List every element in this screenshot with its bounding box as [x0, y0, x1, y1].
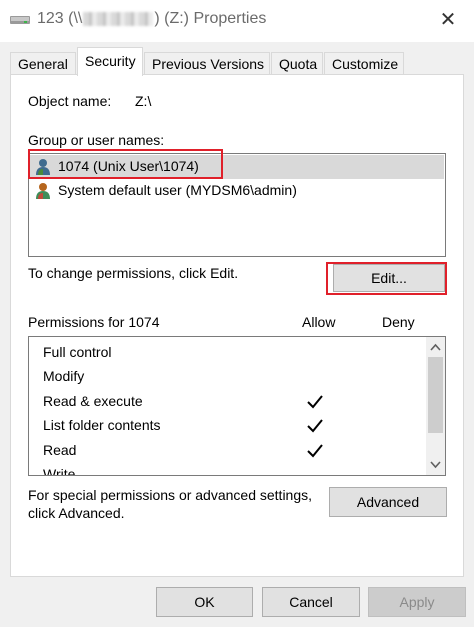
title-prefix: 123 (\\ — [37, 10, 83, 27]
permissions-scrollbar[interactable] — [426, 337, 445, 475]
permissions-for-label: Permissions for 1074 — [28, 314, 160, 330]
allow-header: Allow — [302, 314, 336, 330]
tab-quota[interactable]: Quota — [271, 52, 323, 75]
chevron-down-icon[interactable] — [429, 458, 442, 471]
user-icon — [36, 159, 50, 175]
change-permissions-text: To change permissions, click Edit. — [28, 265, 239, 281]
user-name: System default user (MYDSM6\admin) — [58, 182, 297, 198]
checkmark-icon — [307, 444, 323, 458]
perm-read: Read — [43, 442, 77, 458]
deny-header: Deny — [382, 314, 415, 330]
tab-security[interactable]: Security — [77, 47, 143, 76]
tab-strip: General Security Previous Versions Quota… — [10, 47, 464, 76]
user-row-system-default[interactable]: System default user (MYDSM6\admin) — [30, 179, 444, 203]
tab-customize[interactable]: Customize — [324, 52, 404, 75]
edit-button[interactable]: Edit... — [333, 264, 445, 292]
checkmark-icon — [307, 419, 323, 433]
user-name: 1074 (Unix User\1074) — [58, 158, 199, 174]
tab-previous-versions[interactable]: Previous Versions — [144, 52, 270, 75]
perm-read-execute: Read & execute — [43, 393, 143, 409]
permissions-list[interactable]: Full control Modify Read & execute List … — [28, 336, 446, 476]
window-title: 123 (\\ ) (Z:) Properties — [37, 10, 266, 28]
ok-button[interactable]: OK — [156, 587, 253, 617]
close-icon: ✕ — [439, 9, 457, 31]
drive-icon — [10, 16, 30, 24]
cancel-button[interactable]: Cancel — [262, 587, 360, 617]
chevron-up-icon[interactable] — [429, 341, 442, 354]
apply-button[interactable]: Apply — [368, 587, 466, 617]
close-button[interactable]: ✕ — [436, 8, 460, 32]
special-permissions-text-2: click Advanced. — [28, 505, 125, 521]
advanced-button[interactable]: Advanced — [329, 487, 447, 517]
group-label: Group or user names: — [28, 132, 165, 148]
scroll-thumb[interactable] — [428, 357, 443, 433]
user-icon — [36, 183, 50, 199]
redacted-host — [83, 11, 154, 26]
object-name-value: Z:\ — [135, 93, 152, 109]
user-row-1074[interactable]: 1074 (Unix User\1074) — [30, 155, 444, 179]
object-name-label: Object name: — [28, 93, 112, 109]
checkmark-icon — [307, 395, 323, 409]
security-panel: Object name: Z:\ Group or user names: 10… — [10, 74, 464, 577]
perm-list-folder-contents: List folder contents — [43, 417, 161, 433]
user-list[interactable]: 1074 (Unix User\1074) System default use… — [28, 153, 446, 257]
special-permissions-text-1: For special permissions or advanced sett… — [28, 487, 313, 503]
perm-write: Write — [43, 466, 76, 476]
tab-general[interactable]: General — [10, 52, 76, 75]
perm-modify: Modify — [43, 368, 85, 384]
title-bar: 123 (\\ ) (Z:) Properties ✕ — [0, 0, 474, 42]
perm-full-control: Full control — [43, 344, 112, 360]
title-suffix: ) (Z:) Properties — [154, 10, 267, 27]
